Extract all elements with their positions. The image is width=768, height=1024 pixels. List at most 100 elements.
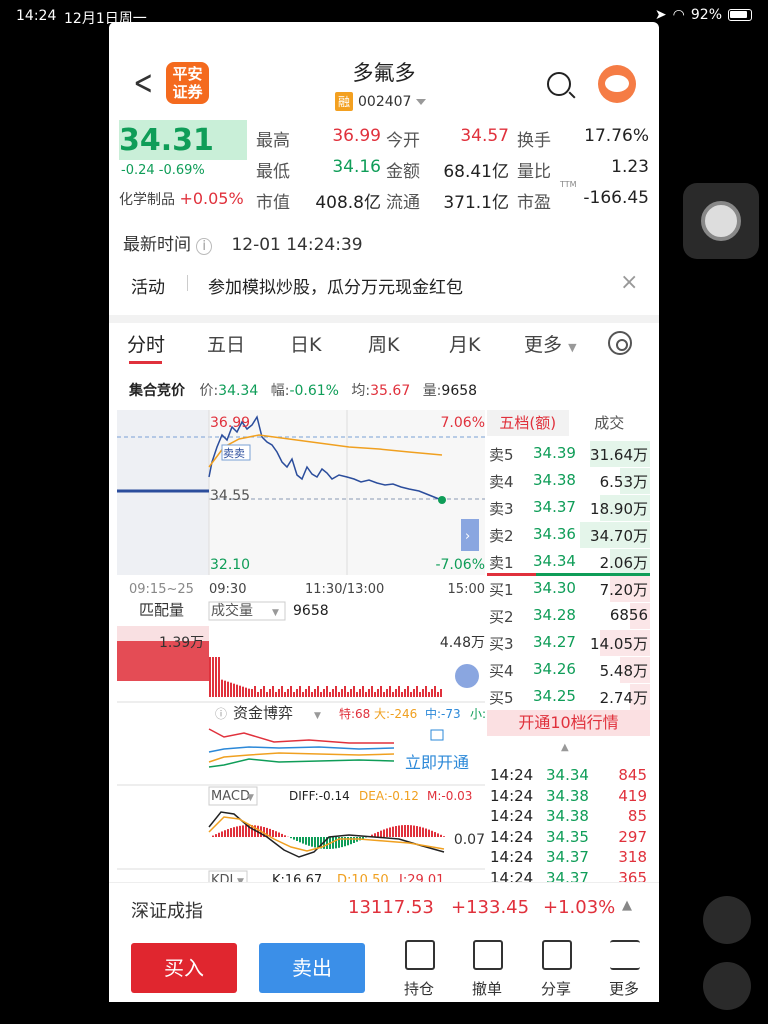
- tab-underline: [129, 361, 162, 364]
- orderbook-volume: 31.64万: [590, 446, 648, 464]
- volume-bar: [431, 689, 433, 697]
- cancel-order-icon[interactable]: [473, 940, 503, 970]
- status-time: 14:24: [16, 8, 57, 24]
- sector-pct: +0.05%: [179, 189, 244, 208]
- macd-bar: [431, 830, 433, 837]
- holdings-label[interactable]: 持仓: [404, 978, 434, 999]
- auction-amp: -0.61%: [289, 383, 339, 399]
- volume-bar: [296, 689, 298, 697]
- cancel-order-label[interactable]: 撤单: [472, 978, 502, 999]
- macd-bar: [275, 831, 277, 837]
- field-value: -166.45: [583, 188, 649, 208]
- sellbuy-label: 卖卖: [223, 447, 245, 460]
- macd-bar: [404, 825, 406, 837]
- more-label[interactable]: 更多: [609, 978, 639, 999]
- share-icon[interactable]: [542, 940, 572, 970]
- orderbook-row[interactable]: 卖2 34.36 34.70万: [487, 522, 650, 548]
- amp-label: 幅:: [270, 383, 290, 399]
- trade-price: 34.38: [546, 807, 589, 825]
- orderbook-volume: 34.70万: [590, 527, 648, 545]
- gear-icon[interactable]: [608, 331, 632, 355]
- volume-bar: [215, 657, 217, 697]
- close-icon[interactable]: ×: [620, 270, 638, 295]
- volume-bar: [365, 692, 367, 697]
- macd-bar: [227, 829, 229, 837]
- orderbook-row[interactable]: 卖3 34.37 18.90万: [487, 495, 650, 521]
- avg-label: 均:: [351, 383, 371, 399]
- orderbook-label: 卖5: [489, 446, 514, 464]
- stock-code-selector[interactable]: 融 002407: [335, 92, 427, 111]
- macd-bar: [443, 836, 445, 837]
- orderbook-row[interactable]: 卖1 34.34 2.06万: [487, 549, 650, 575]
- open-10-level-button[interactable]: 开通10档行情: [487, 710, 650, 736]
- holdings-icon[interactable]: [405, 940, 435, 970]
- macd-bar: [395, 826, 397, 837]
- tab-week-k[interactable]: 周K: [368, 330, 399, 357]
- field-value: 1.23: [611, 157, 649, 177]
- macd-bar: [377, 831, 379, 837]
- field-value: 34.16: [332, 157, 381, 177]
- orderbook-row[interactable]: 买3 34.27 14.05万: [487, 630, 650, 656]
- field-label: 市值: [256, 193, 290, 213]
- volume-bar: [368, 689, 370, 697]
- tab-trades[interactable]: 成交: [569, 410, 651, 436]
- volume-bar: [302, 692, 304, 697]
- field-label: 今开: [386, 131, 420, 151]
- avatar[interactable]: [598, 65, 636, 103]
- price-label: 价:: [199, 383, 219, 399]
- orderbook-row[interactable]: 买5 34.25 2.74万: [487, 684, 650, 710]
- tab-five-level[interactable]: 五档(额): [487, 410, 569, 436]
- macd-bar: [353, 837, 355, 843]
- tab-day-k[interactable]: 日K: [290, 330, 321, 357]
- buy-button[interactable]: 买入: [131, 943, 237, 993]
- volume-bar: [257, 692, 259, 697]
- macd-bar: [293, 837, 295, 840]
- auction-price: 34.34: [218, 383, 259, 399]
- volume-bar: [434, 686, 436, 697]
- tab-five-day[interactable]: 五日: [207, 330, 245, 357]
- search-icon[interactable]: [547, 72, 571, 96]
- macd-bar: [422, 827, 424, 837]
- macd-bar: [350, 837, 352, 845]
- info-icon[interactable]: i: [196, 238, 213, 255]
- tab-more[interactable]: 更多 ▼: [524, 330, 577, 357]
- volume-bar: [404, 689, 406, 697]
- chevron-up-icon[interactable]: ▲: [561, 742, 569, 753]
- tab-minute[interactable]: 分时: [127, 330, 165, 357]
- assistive-touch-button[interactable]: [683, 183, 759, 259]
- app-window: < 平安 证券 多氟多 融 002407 34.31 -0.24 -0.69% …: [109, 22, 659, 1002]
- activity-banner[interactable]: 活动 参加模拟炒股，瓜分万元现金红包 ×: [109, 262, 659, 302]
- orderbook-volume: 18.90万: [590, 500, 648, 518]
- orderbook-price: 34.36: [533, 525, 576, 543]
- volume-bar: [413, 689, 415, 697]
- shrink-icon[interactable]: [703, 962, 751, 1010]
- volume-bar: [236, 684, 238, 697]
- axis-down-pct: -7.06%: [435, 557, 485, 573]
- volume-bar: [317, 686, 319, 697]
- macd-bar: [299, 837, 301, 843]
- trade-volume: 419: [618, 786, 647, 805]
- price-change: -0.24 -0.69%: [121, 163, 205, 178]
- orderbook-row[interactable]: 卖5 34.39 31.64万: [487, 441, 650, 467]
- orderbook-row[interactable]: 卖4 34.38 6.53万: [487, 468, 650, 494]
- tab-month-k[interactable]: 月K: [449, 330, 480, 357]
- intraday-chart[interactable]: 卖卖 › 36.99 34.55 32.10 7.06% -7.06% 09:1…: [109, 407, 487, 907]
- index-bar[interactable]: 深证成指 13117.53 +133.45 +1.03% ▲: [109, 882, 659, 932]
- orderbook-row[interactable]: 买1 34.30 7.20万: [487, 576, 650, 602]
- trade-price: 34.37: [546, 848, 589, 866]
- chevron-up-icon[interactable]: ▲: [622, 898, 632, 913]
- volume-bar: [383, 692, 385, 697]
- trade-time: 14:24: [490, 766, 534, 784]
- volume-bar: [320, 692, 322, 697]
- volume-bar: [209, 657, 211, 697]
- sector[interactable]: 化学制品 +0.05%: [119, 189, 244, 209]
- orderbook-row[interactable]: 买4 34.26 5.48万: [487, 657, 650, 683]
- volume-bar: [419, 692, 421, 697]
- trade-volume: 85: [627, 807, 647, 825]
- share-label[interactable]: 分享: [541, 978, 571, 999]
- more-icon[interactable]: [610, 940, 640, 970]
- orderbook-row[interactable]: 买2 34.28 6856: [487, 603, 650, 629]
- rotate-icon[interactable]: [703, 896, 751, 944]
- sell-button[interactable]: 卖出: [259, 943, 365, 993]
- macd-bar: [383, 829, 385, 837]
